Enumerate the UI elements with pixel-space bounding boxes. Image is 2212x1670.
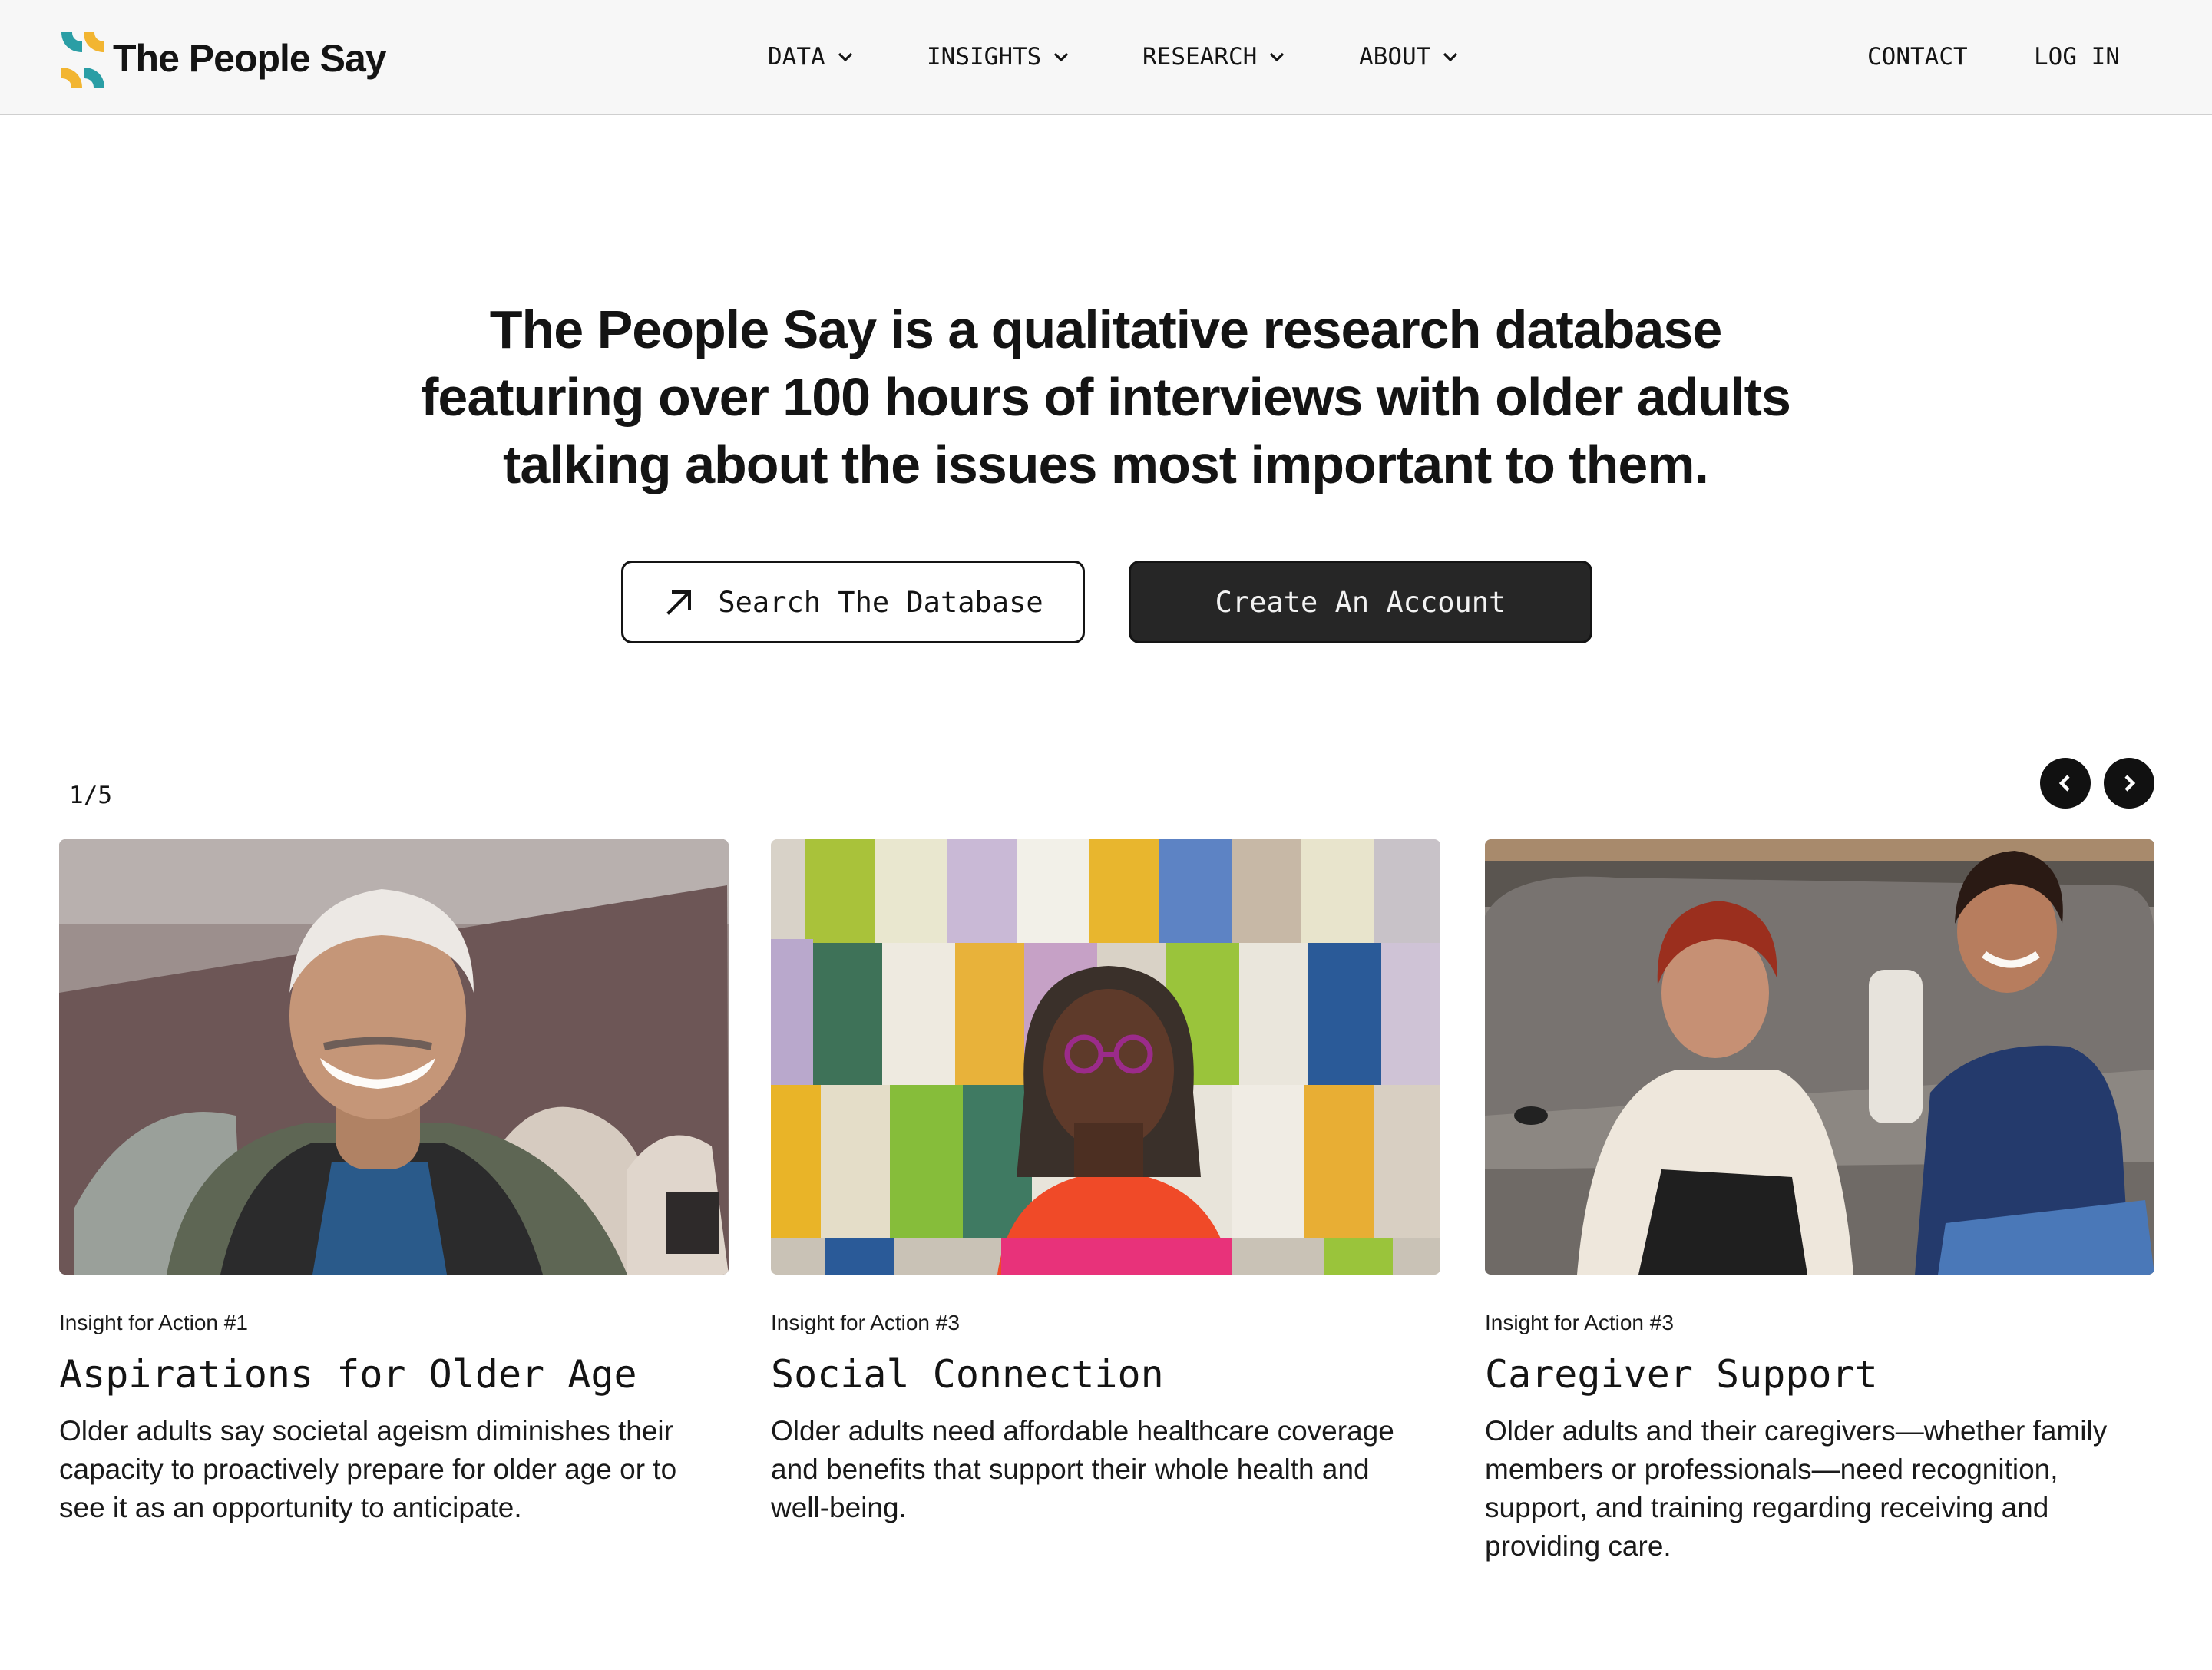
nav-about[interactable]: ABOUT <box>1359 43 1460 71</box>
search-database-button[interactable]: Search The Database <box>621 561 1085 643</box>
hero-line-3: talking about the issues most important … <box>503 435 1709 494</box>
insight-card[interactable]: Insight for Action #3 Caregiver Support … <box>1485 839 2154 1566</box>
nav-login-link[interactable]: LOG IN <box>2034 43 2120 71</box>
nav-data-label: DATA <box>768 43 825 71</box>
card-description: Older adults say societal ageism diminis… <box>59 1415 677 1523</box>
nav-research-label: RESEARCH <box>1142 43 1258 71</box>
card-description: Older adults and their caregivers—whethe… <box>1485 1415 2108 1562</box>
hero-headline: The People Say is a qualitative research… <box>338 296 1873 498</box>
hero-line-1: The People Say is a qualitative research… <box>489 299 1723 359</box>
create-account-button[interactable]: Create An Account <box>1129 561 1592 643</box>
card-eyebrow: Insight for Action #3 <box>771 1311 960 1334</box>
card-eyebrow: Insight for Action #3 <box>1485 1311 1674 1334</box>
card-eyebrow: Insight for Action #1 <box>59 1311 248 1334</box>
card-title[interactable]: Social Connection <box>771 1352 1440 1397</box>
carousel-counter: 1/5 <box>69 782 112 809</box>
chevron-left-icon <box>2058 775 2070 792</box>
card-photo-older-man[interactable] <box>59 839 729 1275</box>
chevron-down-icon <box>1054 52 1069 62</box>
chevron-down-icon <box>838 52 852 62</box>
brand-mark-icon[interactable] <box>61 32 104 88</box>
search-database-label: Search The Database <box>718 585 1043 619</box>
card-title[interactable]: Aspirations for Older Age <box>59 1352 729 1397</box>
chevron-down-icon <box>1443 52 1458 62</box>
carousel-prev-button[interactable] <box>2040 758 2091 809</box>
arrow-up-right-icon <box>666 590 692 615</box>
chevron-down-icon <box>1270 52 1285 62</box>
card-photo-caregiver-pair[interactable] <box>1485 839 2154 1275</box>
nav-insights[interactable]: INSIGHTS <box>927 43 1070 71</box>
insight-card[interactable]: Insight for Action #3 Social Connection … <box>771 839 1440 1527</box>
nav-insights-label: INSIGHTS <box>927 43 1042 71</box>
create-account-label: Create An Account <box>1215 585 1506 619</box>
hero-line-2: featuring over 100 hours of interviews w… <box>421 367 1791 427</box>
nav-research[interactable]: RESEARCH <box>1142 43 1286 71</box>
top-navigation-bar: The People Say DATA INSIGHTS RESEARCH AB… <box>0 0 2212 115</box>
nav-contact-link[interactable]: CONTACT <box>1867 43 1968 71</box>
card-photo-woman-colorful-wall[interactable] <box>771 839 1440 1275</box>
chevron-right-icon <box>2124 775 2136 792</box>
nav-about-label: ABOUT <box>1359 43 1431 71</box>
insight-card[interactable]: Insight for Action #1 Aspirations for Ol… <box>59 839 729 1527</box>
card-description: Older adults need affordable healthcare … <box>771 1415 1394 1523</box>
brand-name[interactable]: The People Say <box>113 36 387 81</box>
card-title[interactable]: Caregiver Support <box>1485 1352 2154 1397</box>
nav-data[interactable]: DATA <box>768 43 855 71</box>
carousel-next-button[interactable] <box>2104 758 2154 809</box>
